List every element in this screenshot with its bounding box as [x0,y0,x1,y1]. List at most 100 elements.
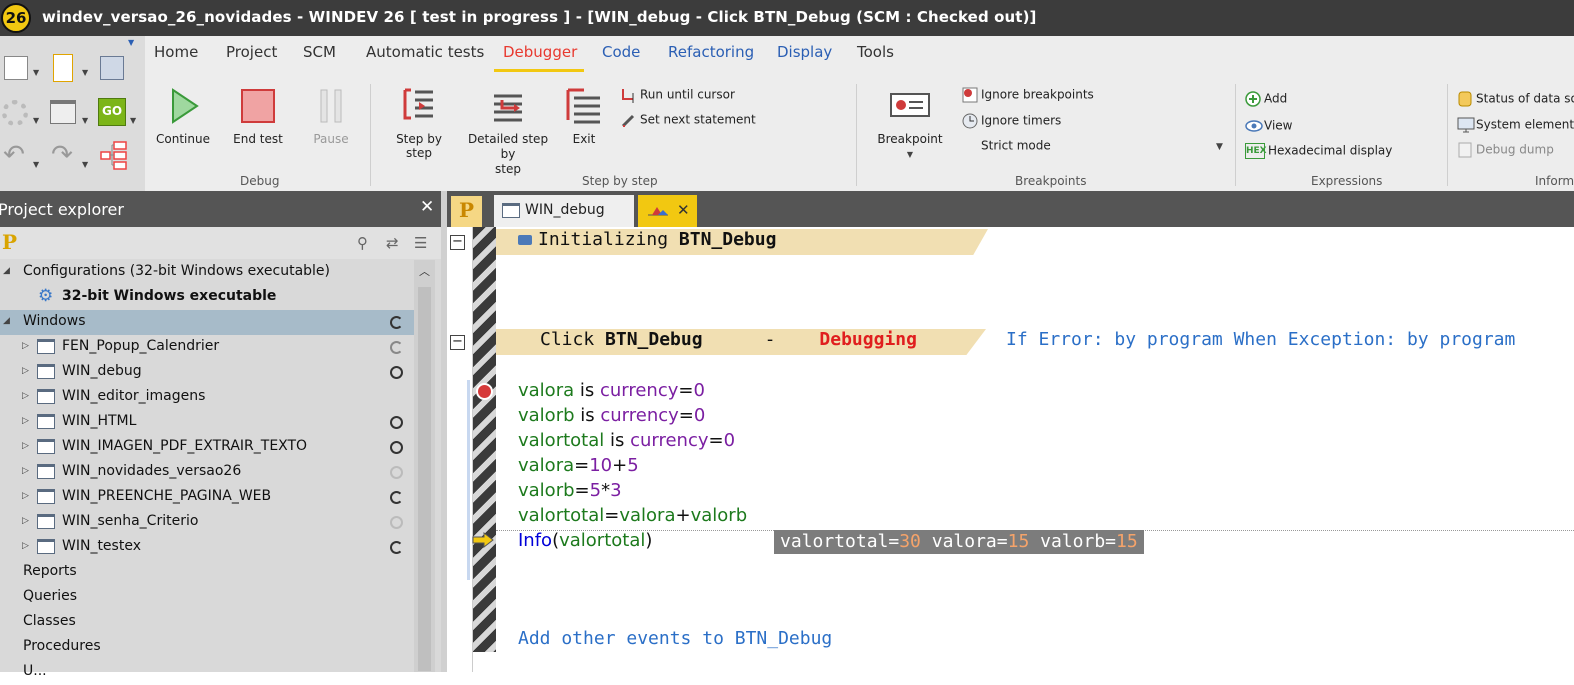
tab-scm[interactable]: SCM [303,43,336,61]
tree-item[interactable]: ▷ WIN_debug [0,360,414,385]
chevron-down-icon[interactable]: ▼ [907,150,913,159]
tree-item[interactable]: ⚙ 32-bit Windows executable [0,285,414,310]
tab-home[interactable]: Home [154,43,198,61]
add-other-events-link[interactable]: Add other events to BTN_Debug [518,628,832,649]
test-window-icon[interactable] [50,100,76,124]
code-line[interactable]: Info(valortotal) [518,530,652,554]
chevron-down-icon[interactable]: ▼ [82,160,88,169]
add-expression-button[interactable]: Add [1245,91,1287,107]
tab-project[interactable]: Project [226,43,277,61]
save-icon[interactable] [100,56,124,80]
open-folder-icon[interactable] [53,54,73,82]
collapse-init-icon[interactable]: − [450,235,465,250]
detailed-step-button[interactable]: Detailed step by step [462,86,554,177]
chevron-down-icon[interactable]: ▼ [82,116,88,125]
set-next-statement-button[interactable]: Set next statement [621,112,756,128]
tree-item[interactable]: Procedures [0,635,414,660]
code-line[interactable]: valora is currency=0 [518,380,705,404]
search-icon[interactable]: ⚲ [357,234,368,252]
tab-code-editor[interactable]: ✕ [638,195,697,227]
breakpoint-button[interactable]: Breakpoint ▼ [866,86,954,160]
tree-item[interactable]: ▷ WIN_senha_Criterio [0,510,414,535]
new-document-icon[interactable] [4,56,28,80]
scroll-up-icon[interactable]: ︿ [419,263,430,279]
code-line[interactable]: valorb is currency=0 [518,405,705,429]
tree-item[interactable]: U... [0,660,414,685]
tree-item-label: WIN_novidades_versao26 [62,463,242,479]
code-line[interactable]: valortotal is currency=0 [518,430,735,454]
tab-debugger[interactable]: Debugger [503,43,577,61]
status-data-sources-button[interactable]: Status of data sou [1457,91,1574,107]
ignore-timers-button[interactable]: Ignore timers [962,113,1061,129]
view-expression-button[interactable]: View [1245,118,1292,134]
tab-code[interactable]: Code [602,43,640,61]
expand-arrow-icon[interactable]: ▷ [22,491,29,501]
chevron-down-icon[interactable]: ▼ [33,68,39,77]
scroll-thumb[interactable] [418,287,431,671]
pause-button[interactable]: Pause [304,86,358,146]
tree-item[interactable]: ◢ Configurations (32-bit Windows executab… [0,260,414,285]
go-icon[interactable]: GO [98,98,126,126]
code-line[interactable]: valora=10+5 [518,455,639,479]
step-by-step-button[interactable]: Step by step [384,86,454,160]
tree-item[interactable]: Classes [0,610,414,635]
collapse-arrow-icon[interactable]: ◢ [3,316,10,326]
tree-item[interactable]: ▷ WIN_PREENCHE_PAGINA_WEB [0,485,414,510]
menu-icon[interactable]: ☰ [414,234,427,252]
expand-arrow-icon[interactable]: ▷ [22,466,29,476]
pause-label: Pause [313,132,349,146]
expand-arrow-icon[interactable]: ▷ [22,341,29,351]
chevron-down-icon[interactable]: ▼ [82,68,88,77]
tree-item[interactable]: ▷ WIN_IMAGEN_PDF_EXTRAIR_TEXTO [0,435,414,460]
tree-item[interactable]: Queries [0,585,414,610]
collapse-click-icon[interactable]: − [450,335,465,350]
sync-icon[interactable]: ⇄ [386,234,399,252]
breakpoint-marker[interactable] [476,383,493,400]
customize-toolbar-icon[interactable]: ▼ [128,38,134,47]
tree-item[interactable]: ▷ WIN_novidades_versao26 [0,460,414,485]
step-by-step-icon [399,86,439,126]
redo-icon[interactable]: ↷ [50,142,74,168]
expand-arrow-icon[interactable]: ▷ [22,541,29,551]
tab-refactoring[interactable]: Refactoring [668,43,754,61]
tab-project-icon[interactable]: P [451,196,482,227]
ignore-breakpoints-button[interactable]: Ignore breakpoints [962,87,1094,103]
debug-dump-button[interactable]: Debug dump [1457,142,1554,158]
expand-arrow-icon[interactable]: ▷ [22,366,29,376]
code-line[interactable]: valortotal=valora+valorb [518,505,747,529]
tab-tools[interactable]: Tools [857,43,894,61]
continue-button[interactable]: Continue [153,86,213,146]
expand-group-icon[interactable]: ▼ [1216,142,1223,152]
exit-button[interactable]: Exit [562,86,606,146]
tree-item[interactable]: ▷ WIN_editor_imagens [0,385,414,410]
tree-item[interactable]: ▷ WIN_HTML [0,410,414,435]
close-icon[interactable]: ✕ [420,197,434,217]
tab-automatic-tests[interactable]: Automatic tests [366,43,484,61]
tab-win-debug[interactable]: WIN_debug [494,195,634,227]
tree-item[interactable]: ◢ Windows [0,310,414,335]
chevron-down-icon[interactable]: ▼ [130,116,136,125]
tab-display[interactable]: Display [777,43,832,61]
gear-icon[interactable] [2,100,28,126]
expand-arrow-icon[interactable]: ▷ [22,441,29,451]
expand-arrow-icon[interactable]: ▷ [22,391,29,401]
hex-display-button[interactable]: HEXHexadecimal display [1245,143,1392,159]
collapse-arrow-icon[interactable]: ◢ [3,266,10,276]
stop-icon [238,86,278,126]
chevron-down-icon[interactable]: ▼ [33,160,39,169]
tree-item[interactable]: ▷ WIN_testex [0,535,414,560]
close-tab-icon[interactable]: ✕ [677,201,690,219]
expand-arrow-icon[interactable]: ▷ [22,416,29,426]
chevron-down-icon[interactable]: ▼ [33,116,39,125]
network-icon[interactable] [100,140,127,170]
error-handling-info[interactable]: If Error: by program When Exception: by … [1006,329,1515,350]
strict-mode-button[interactable]: Strict mode [962,138,1051,154]
tree-item[interactable]: Reports [0,560,414,585]
run-until-cursor-button[interactable]: Run until cursor [621,87,735,103]
end-test-button[interactable]: End test [231,86,285,146]
undo-icon[interactable]: ↶ [2,142,26,168]
code-line[interactable]: valorb=5*3 [518,480,622,504]
expand-arrow-icon[interactable]: ▷ [22,516,29,526]
system-elements-button[interactable]: System elements [1457,117,1574,133]
tree-item[interactable]: ▷ FEN_Popup_Calendrier [0,335,414,360]
